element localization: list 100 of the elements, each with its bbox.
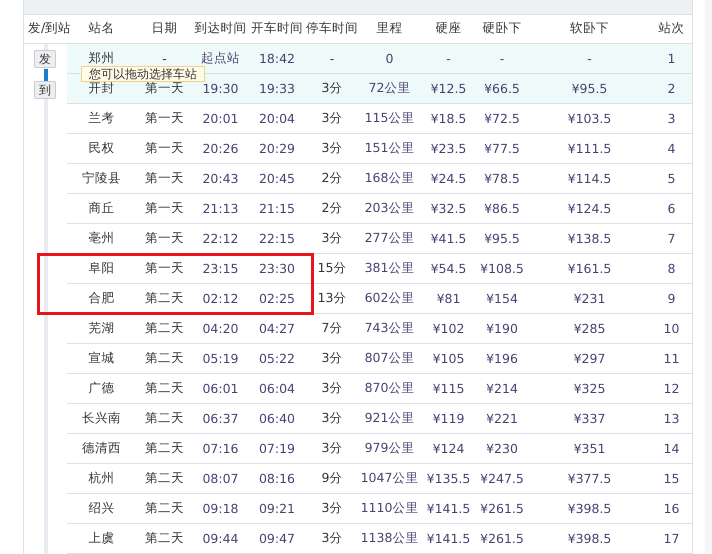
table-cell-text: 72公里	[368, 80, 412, 97]
table-cell-text: 芜湖	[88, 320, 116, 337]
table-cell-text: 9分	[320, 470, 344, 487]
table-cell-text: ¥377.5	[566, 471, 612, 486]
table-cell-text: 1047公里	[360, 470, 420, 487]
table-cell-text: 第一天	[144, 200, 185, 217]
tooltip: 您可以拖动选择车站	[81, 66, 205, 82]
table-cell-text: ¥221	[485, 411, 519, 426]
table-cell-text: ¥77.5	[483, 141, 521, 156]
table-cell-text: ¥111.5	[566, 141, 612, 156]
table-cell-text: 7分	[320, 320, 344, 337]
table-cell-text: 381公里	[364, 260, 416, 277]
table-cell-text: ¥261.5	[479, 531, 525, 546]
table-cell-text: 203公里	[364, 200, 416, 217]
table-cell-text: 2分	[320, 200, 344, 217]
table-cell-text: 02:25	[258, 291, 296, 306]
table-cell-text: 07:16	[201, 441, 240, 456]
table-cell-text: ¥18.5	[430, 111, 468, 126]
table-cell-text: 第二天	[144, 350, 185, 367]
table-cell-text: ¥161.5	[566, 261, 612, 276]
table-cell-text: 07:19	[258, 441, 296, 456]
table-cell-text: 4	[666, 141, 676, 156]
table-cell-text: 15分	[316, 260, 348, 277]
table-cell-text: ¥190	[485, 321, 519, 336]
table-cell-text: -	[586, 51, 593, 66]
table-cell-text: 第二天	[144, 530, 185, 547]
table-cell-text: 杭州	[88, 470, 116, 487]
table-cell-text: ¥95.5	[570, 81, 608, 96]
table-cell-text: 开封	[88, 80, 116, 97]
table-cell-text: ¥66.5	[483, 81, 521, 96]
table-cell-text: 02:12	[201, 291, 240, 306]
table-cell-text: ¥124	[432, 441, 466, 456]
table-cell-text: 绍兴	[88, 500, 116, 517]
table-cell-text: 3分	[320, 380, 344, 397]
table-cell-text: 9	[666, 291, 676, 306]
table-cell-text: 979公里	[364, 440, 416, 457]
table-cell-text: 04:27	[258, 321, 296, 336]
table-cell-text: -	[328, 51, 336, 66]
table-cell-text: 第一天	[144, 140, 185, 157]
table-cell-text: 郑州	[88, 50, 116, 67]
column-header: 站次	[658, 20, 686, 38]
table-cell-text: 7	[666, 231, 676, 246]
column-header: 软卧下	[569, 20, 610, 38]
table-cell-text: 阜阳	[88, 260, 116, 277]
table-cell-text: 商丘	[88, 200, 116, 217]
table-cell-text: 第一天	[144, 80, 185, 97]
table-cell-text: 12	[662, 381, 680, 396]
table-cell-text: 151公里	[364, 140, 416, 157]
column-header: 站名	[88, 20, 116, 38]
table-cell-text: 起点站	[200, 50, 241, 67]
table-cell-text: -	[445, 51, 452, 66]
table-cell-text: 09:21	[258, 501, 296, 516]
table-cell-text: 1110公里	[360, 500, 420, 517]
table-cell-text: ¥135.5	[426, 471, 472, 486]
column-header: 到达时间	[194, 20, 248, 38]
table-cell-text: 第二天	[144, 410, 185, 427]
table-cell-text: 22:12	[201, 231, 240, 246]
table-cell-text: 1138公里	[360, 530, 420, 547]
table-cell-text: 05:19	[201, 351, 240, 366]
column-header: 停车时间	[306, 20, 358, 38]
table-cell-text: ¥154	[485, 291, 519, 306]
table-cell-text: 第二天	[144, 470, 185, 487]
table-cell-text: 第一天	[144, 230, 185, 247]
table-cell-text: 277公里	[364, 230, 416, 247]
table-cell-text: ¥214	[485, 381, 519, 396]
column-header: 开车时间	[250, 20, 304, 38]
table-cell-text: 长兴南	[81, 410, 122, 427]
table-cell-text: 10	[662, 321, 680, 336]
table-cell-text: ¥261.5	[479, 501, 525, 516]
table-cell-text: 第一天	[144, 110, 185, 127]
table-cell-text: 2分	[320, 170, 344, 187]
table-cell-text: ¥196	[485, 351, 519, 366]
table-cell-text: ¥138.5	[566, 231, 612, 246]
column-header: 日期	[150, 20, 178, 38]
table-cell-text: 11	[662, 351, 680, 366]
table-cell-text: 3分	[320, 500, 344, 517]
table-cell-text: 2	[666, 81, 676, 96]
table-cell-text: 3分	[320, 80, 344, 97]
arrival-handle[interactable]: 到	[34, 81, 56, 99]
table-cell-text: -	[498, 51, 506, 66]
table-cell-text: 3分	[320, 410, 344, 427]
table-cell-text: 13	[662, 411, 680, 426]
table-cell-text: 20:45	[258, 171, 296, 186]
table-cell-text: 16	[662, 501, 680, 516]
table-cell-text: ¥41.5	[430, 231, 468, 246]
table-cell-text: ¥105	[432, 351, 466, 366]
table-cell-text: 3分	[320, 230, 344, 247]
column-header: 里程	[376, 20, 404, 38]
table-cell-text: ¥86.5	[483, 201, 521, 216]
table-cell-text: ¥247.5	[479, 471, 525, 486]
table-cell-text: 20:43	[201, 171, 240, 186]
column-header: 硬座	[434, 20, 462, 38]
table-cell-text: ¥24.5	[430, 171, 468, 186]
table-cell-text: ¥72.5	[483, 111, 521, 126]
table-cell-text: 921公里	[364, 410, 416, 427]
table-cell-text: 宣城	[88, 350, 116, 367]
table-cell-text: 22:15	[258, 231, 296, 246]
departure-handle[interactable]: 发	[34, 50, 56, 68]
table-cell-text: 5	[666, 171, 676, 186]
table-cell-text: 19:30	[201, 81, 240, 96]
